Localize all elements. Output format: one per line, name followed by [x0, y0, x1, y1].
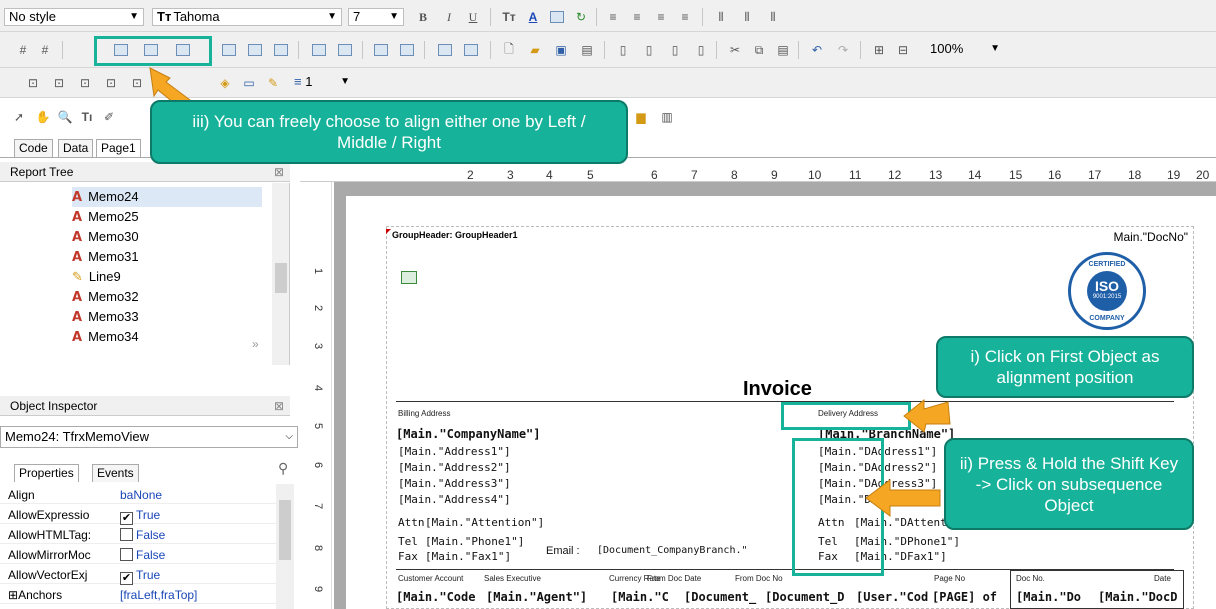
callout-first-object: i) Click on First Object as alignment po…: [936, 336, 1194, 398]
arrow-to-subsequent-object: [865, 479, 941, 517]
callout-align-choice: iii) You can freely choose to align eith…: [150, 100, 628, 164]
arrow-to-first-object: [903, 398, 951, 433]
callout-shift-click: ii) Press & Hold the Shift Key -> Click …: [944, 438, 1194, 530]
